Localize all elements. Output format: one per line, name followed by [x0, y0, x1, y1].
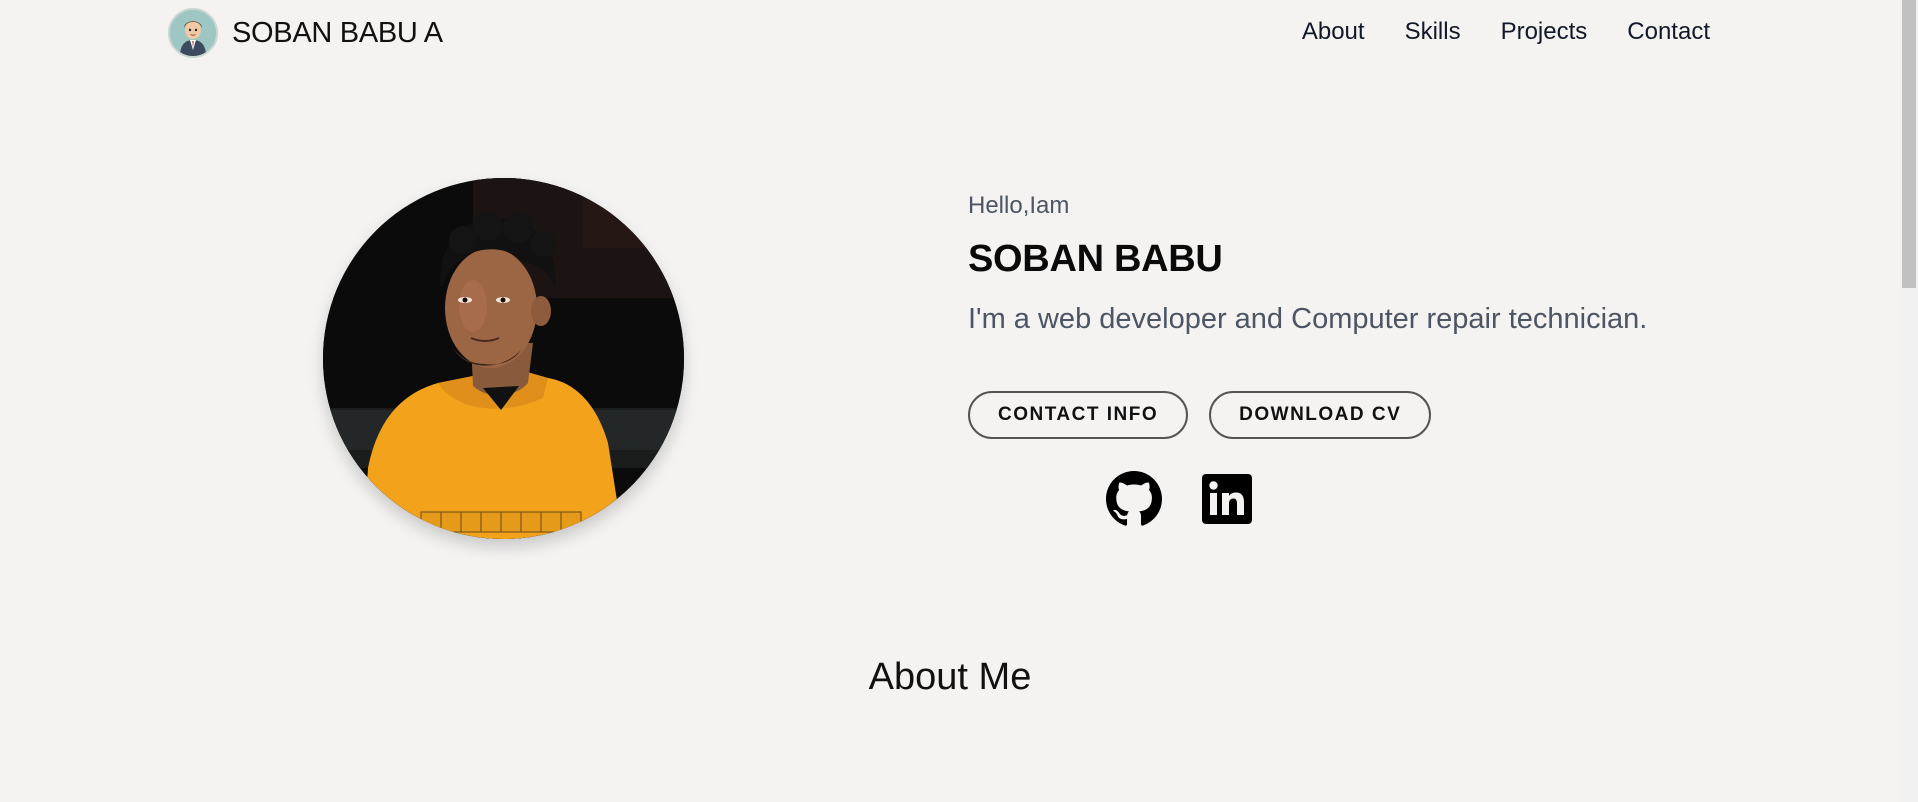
about-section-title: About Me	[868, 656, 1032, 698]
nav-link-contact[interactable]: Contact	[1627, 18, 1710, 46]
github-icon[interactable]	[1106, 471, 1162, 527]
brand-avatar	[168, 8, 218, 58]
profile-photo	[323, 178, 684, 539]
brand-link[interactable]: SOBAN BABU A	[168, 8, 443, 58]
contact-info-button[interactable]: CONTACT INFO	[968, 391, 1189, 439]
brand-name: SOBAN BABU A	[232, 16, 443, 49]
hero-intro: Hello,Iam SOBAN BABU I'm a web developer…	[968, 192, 1647, 336]
social-links	[1106, 471, 1255, 527]
scrollbar-thumb[interactable]	[1902, 0, 1916, 288]
hero-name: SOBAN BABU	[968, 238, 1223, 280]
nav-link-projects[interactable]: Projects	[1501, 18, 1588, 46]
hero-greeting: Hello,Iam	[968, 192, 1070, 219]
download-cv-button[interactable]: DOWNLOAD CV	[1209, 391, 1432, 439]
hero-buttons: CONTACT INFO DOWNLOAD CV	[968, 391, 1432, 439]
linkedin-icon[interactable]	[1199, 471, 1255, 527]
nav-links: About Skills Projects Contact	[1302, 18, 1710, 46]
page-scrollbar[interactable]	[1900, 0, 1918, 802]
portfolio-page: SOBAN BABU A About Skills Projects Conta…	[0, 0, 1918, 802]
nav-link-skills[interactable]: Skills	[1405, 18, 1461, 46]
hero-description: I'm a web developer and Computer repair …	[968, 303, 1648, 335]
navbar: SOBAN BABU A About Skills Projects Conta…	[0, 0, 1900, 66]
nav-link-about[interactable]: About	[1302, 18, 1365, 46]
